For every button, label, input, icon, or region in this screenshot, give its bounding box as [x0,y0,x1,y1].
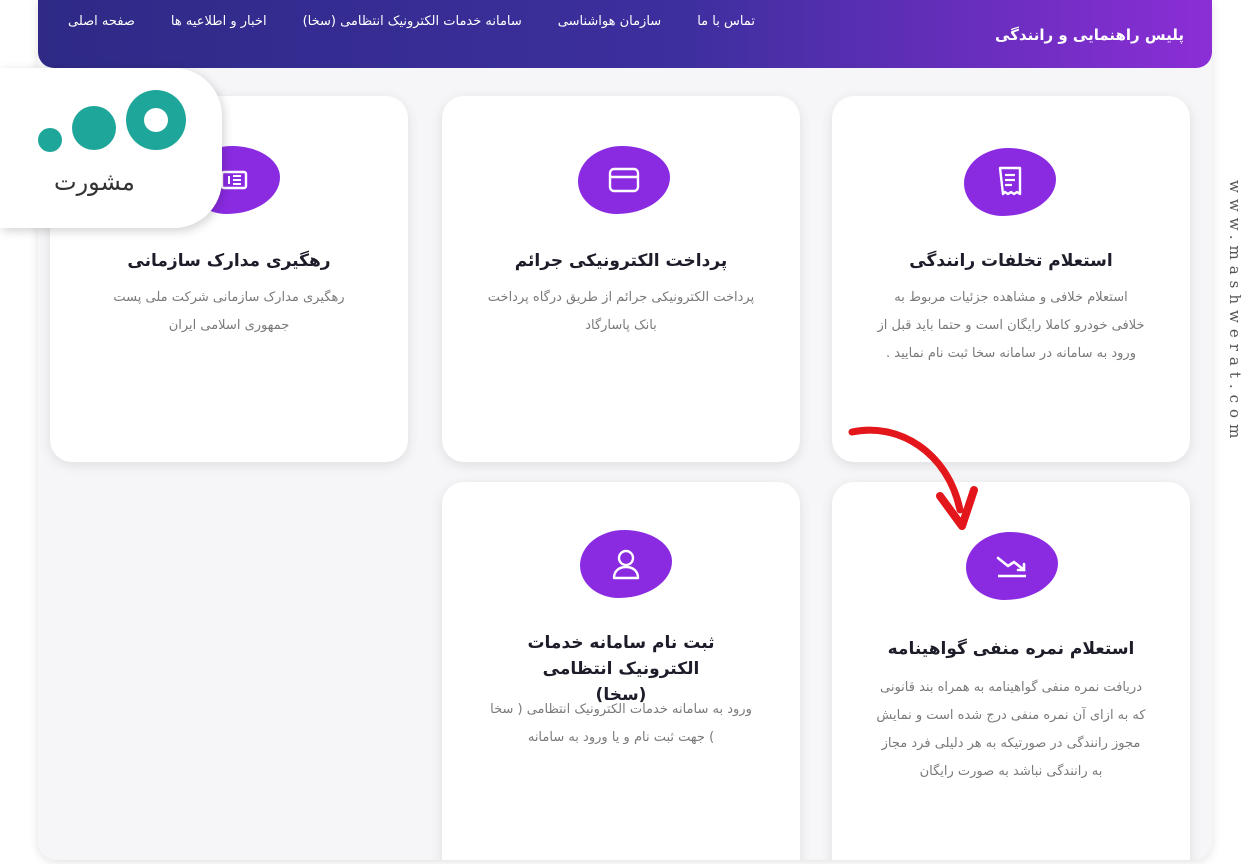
document-track-icon [220,170,248,190]
nav-item-news[interactable]: اخبار و اطلاعیه ها [171,14,267,29]
nav-item-sakha[interactable]: سامانه خدمات الکترونیک انتظامی (سخا) [303,14,522,29]
card-title: استعلام تخلفات رانندگی [909,251,1113,271]
logo-dots-icon [38,90,186,152]
nav-menu: صفحه اصلی اخبار و اطلاعیه ها سامانه خدما… [68,14,755,29]
card-description: استعلام خلافی و مشاهده جزئیات مربوط به خ… [877,290,1145,361]
nav-item-weather[interactable]: سازمان هواشناسی [558,14,661,29]
card-description: ورود به سامانه خدمات الکترونیک انتظامی (… [490,702,752,745]
watermark-text: www.mashwerat.com [1226,180,1244,445]
card-description: دریافت نمره منفی گواهینامه به همراه بند … [876,680,1146,779]
card-sakha-registration[interactable]: ثبت نام سامانه خدمات الکترونیک انتظامی (… [442,482,800,860]
credit-card-icon [608,167,640,193]
card-electronic-fine-payment[interactable]: پرداخت الکترونیکی جرائم پرداخت الکترونیک… [442,96,800,462]
card-description: رهگیری مدارک سازمانی شرکت ملی پست جمهوری… [113,290,345,333]
card-traffic-violations[interactable]: استعلام تخلفات رانندگی استعلام خلافی و م… [832,96,1190,462]
card-title: پرداخت الکترونیکی جرائم [514,251,728,271]
user-icon [612,549,640,580]
nav-brand[interactable]: پلیس راهنمایی و رانندگی [995,26,1184,44]
trend-down-icon [996,556,1026,578]
card-description: پرداخت الکترونیکی جرائم از طریق درگاه پر… [487,290,755,333]
card-icon-blob [964,148,1056,216]
logo-text: مشورت [54,168,135,196]
receipt-icon [998,166,1022,196]
top-navbar: پلیس راهنمایی و رانندگی صفحه اصلی اخبار … [38,0,1212,68]
card-title: رهگیری مدارک سازمانی [127,251,331,271]
site-logo: مشورت [0,68,222,228]
nav-item-home[interactable]: صفحه اصلی [68,14,135,29]
card-icon-blob [966,532,1058,600]
nav-item-contact[interactable]: تماس با ما [697,14,755,29]
card-icon-blob [580,530,672,598]
card-icon-blob [578,146,670,214]
red-arrow-annotation [848,426,978,530]
card-title: استعلام نمره منفی گواهینامه [887,639,1135,659]
